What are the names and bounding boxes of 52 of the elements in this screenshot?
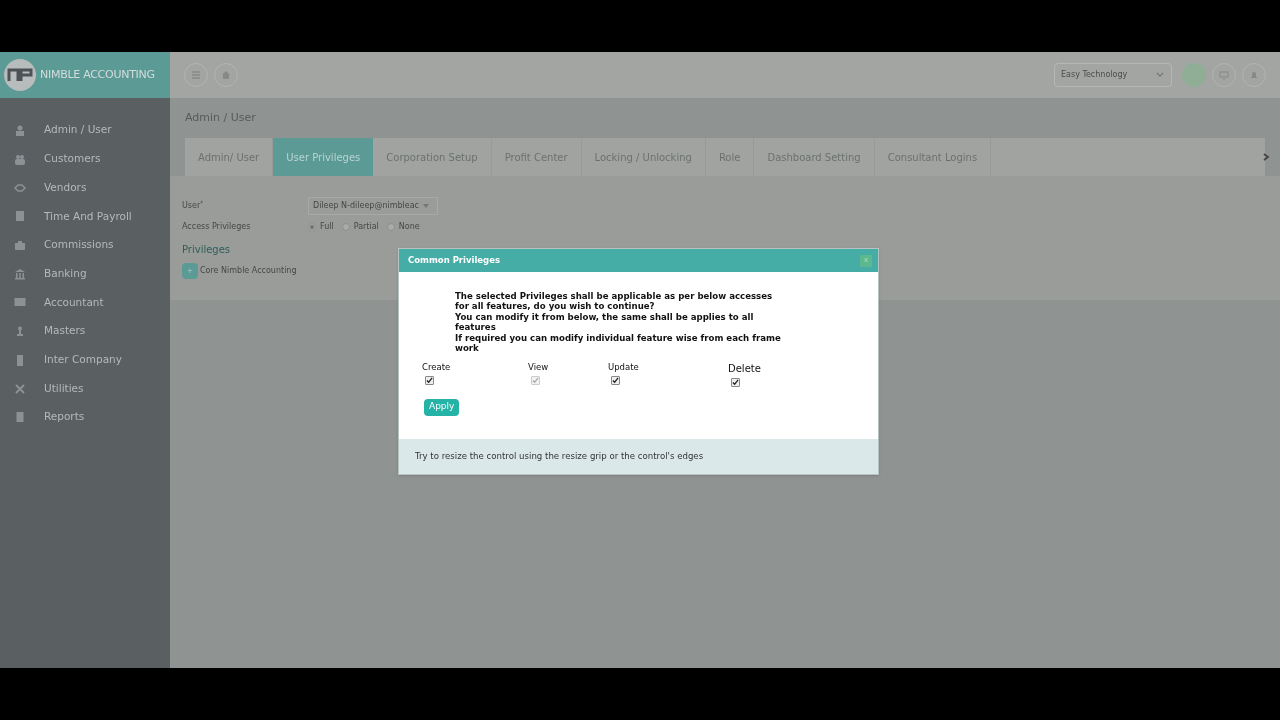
chevron-right-icon[interactable] [1261, 152, 1271, 162]
sidebar-item[interactable]: Accountant [0, 288, 170, 317]
sidebar-item[interactable]: Time And Payroll [0, 202, 170, 231]
permission-label: Update [608, 361, 639, 375]
radio[interactable] [308, 223, 316, 231]
sidebar-item[interactable]: Inter Company [0, 345, 170, 375]
tree-item[interactable]: Core Nimble Accounting [200, 265, 297, 277]
dialog-message: for all features, do you wish to continue? [455, 301, 656, 312]
bell-icon [1249, 70, 1259, 80]
radio[interactable] [341, 223, 350, 231]
access-label: Access Privileges [182, 221, 252, 233]
sidebar-item[interactable]: Reports [0, 402, 170, 432]
user-select[interactable]: Dileep N-dileep@nimbleac [308, 197, 438, 215]
person-icon [14, 325, 26, 338]
user-icon [14, 124, 26, 137]
dialog-message: work [455, 343, 480, 354]
caret-icon [423, 204, 429, 208]
users-icon [14, 153, 26, 166]
bank-icon [14, 267, 26, 280]
permission-label: Create [422, 361, 451, 375]
radio-option[interactable]: Full [308, 221, 334, 233]
sidebar-item[interactable]: Utilities [0, 374, 170, 403]
sidebar-item[interactable]: Masters [0, 316, 170, 346]
permission-label: View [528, 361, 549, 375]
tools-icon [14, 382, 26, 395]
user-label: User$^{*}$ [182, 200, 205, 212]
checkbox[interactable] [731, 378, 740, 388]
dialog-message: The selected Privileges shall be applicable as per below accesses [455, 291, 774, 302]
sidebar-item[interactable]: Commissions [0, 230, 170, 260]
radio-option[interactable]: None [386, 221, 420, 233]
radio[interactable] [386, 223, 395, 231]
sidebar-item[interactable]: Vendors [0, 173, 170, 203]
dialog-message: If required you can modify individual feature wise from each frame [455, 332, 782, 344]
briefcase-icon [14, 239, 26, 252]
tab[interactable]: User Privileges [273, 138, 374, 176]
logo-text: NIMBLE ACCOUNTING [40, 66, 155, 83]
dialog-message: features [455, 322, 497, 333]
checkbox[interactable] [425, 376, 434, 386]
apply-button[interactable]: Apply [424, 398, 460, 416]
sidebar-item[interactable]: Customers [0, 144, 170, 174]
company-select[interactable]: Easy Technology [1054, 63, 1172, 87]
dialog-title: Common Privileges [408, 254, 501, 267]
dialog-message: You can modify it from below, the same shall be applies to all [455, 311, 755, 323]
logo-icon [4, 59, 36, 91]
section-title: Privileges [182, 243, 232, 257]
radio-option[interactable]: Partial [341, 221, 379, 233]
permission-label: Delete [728, 362, 761, 377]
checkbox[interactable] [611, 376, 620, 386]
home-icon [221, 70, 231, 80]
sidebar-item[interactable]: Admin / User [0, 116, 170, 145]
sidebar-item[interactable]: Banking [0, 259, 170, 289]
resize-hint: Try to resize the control using the resize grip or the control's edges [415, 450, 704, 464]
